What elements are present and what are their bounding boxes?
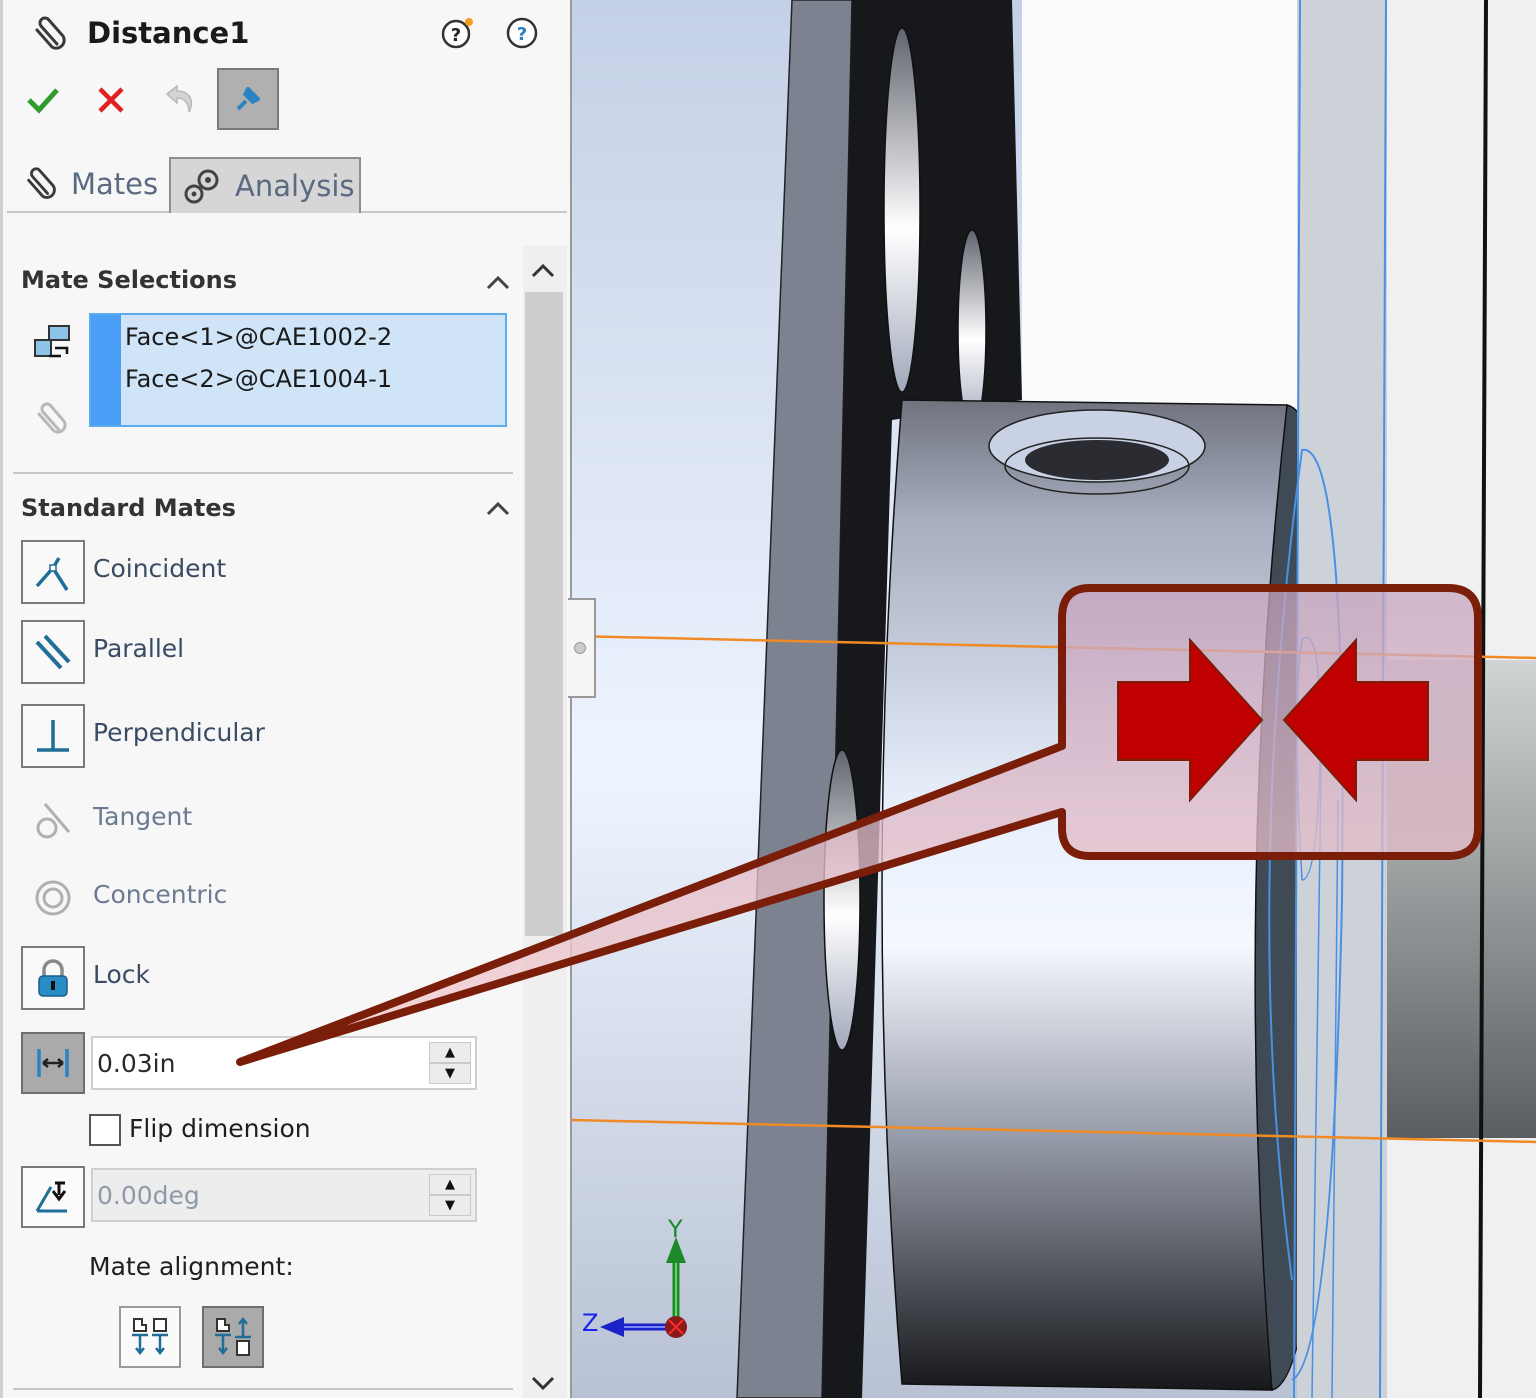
panel-scrollbar[interactable]: [523, 246, 567, 1398]
svg-text:?: ?: [517, 24, 527, 45]
tab-analysis-label: Analysis: [235, 169, 355, 203]
undo-icon: [165, 84, 193, 113]
spin-up-button[interactable]: ▲: [429, 1042, 471, 1063]
section-divider: [13, 472, 513, 474]
mate-lock-button[interactable]: Lock: [21, 946, 501, 1010]
triad-z-label: Z: [582, 1309, 599, 1337]
spin-up-button[interactable]: ▲: [429, 1174, 471, 1195]
paperclip-mate-icon: [35, 16, 66, 50]
paperclip-icon: [27, 167, 56, 199]
cancel-button[interactable]: [85, 72, 137, 128]
distance-value-field[interactable]: ▲ ▼: [91, 1036, 477, 1090]
bolt-hole: [957, 229, 987, 431]
angle-value-field[interactable]: ▲ ▼: [91, 1168, 477, 1222]
mate-perpendicular-button[interactable]: Perpendicular: [21, 704, 501, 768]
angle-spinner[interactable]: ▲ ▼: [429, 1174, 471, 1218]
mate-concentric-button[interactable]: Concentric: [21, 866, 501, 930]
mate-parallel-button[interactable]: Parallel: [21, 620, 501, 684]
mate-selections-heading: Mate Selections: [21, 266, 238, 294]
anti-aligned-icon: [215, 1316, 251, 1356]
help-icon[interactable]: ?: [505, 16, 539, 50]
reference-triad: Y Z: [578, 1215, 708, 1355]
scroll-up-button[interactable]: [523, 250, 563, 290]
panel-splitter-handle[interactable]: [568, 598, 596, 698]
3d-model-view[interactable]: [572, 0, 1536, 1398]
standard-mates-heading: Standard Mates: [21, 494, 236, 522]
mate-coincident-button[interactable]: Coincident: [21, 540, 501, 604]
distance-icon: [37, 1049, 69, 1077]
bolt-hole: [883, 27, 921, 393]
scroll-thumb[interactable]: [525, 292, 563, 936]
tab-analysis[interactable]: Analysis: [169, 157, 361, 213]
mate-label: Concentric: [93, 880, 228, 909]
scroll-down-button[interactable]: [523, 1364, 563, 1398]
action-buttons: [17, 68, 317, 132]
selected-entity[interactable]: Face<1>@CAE1002-2: [125, 323, 392, 351]
perpendicular-icon: [37, 720, 69, 752]
ok-button[interactable]: [17, 72, 69, 128]
mate-label: Parallel: [93, 634, 185, 663]
chevron-up-icon: [531, 263, 555, 278]
hub-cylinder: [881, 399, 1288, 1391]
mate-alignment-label: Mate alignment:: [89, 1252, 294, 1281]
distance-input[interactable]: [97, 1042, 427, 1084]
gears-icon: [184, 169, 219, 204]
mate-label: Coincident: [93, 554, 227, 583]
coincident-icon: [35, 557, 69, 591]
tab-mates[interactable]: Mates: [17, 155, 169, 213]
pin-icon: [236, 87, 260, 111]
parallel-icon: [35, 634, 71, 670]
mate-entities-icon: [34, 325, 70, 358]
spin-down-button[interactable]: ▼: [429, 1063, 471, 1084]
aligned-icon: [132, 1318, 168, 1356]
angle-input[interactable]: [97, 1174, 427, 1216]
selected-entity[interactable]: Face<2>@CAE1004-1: [125, 365, 392, 393]
graphics-viewport[interactable]: [570, 0, 1536, 1398]
triad-y-label: Y: [668, 1215, 683, 1243]
panel-title-row: Distance1 ? ?: [27, 10, 547, 56]
chevron-down-icon: [531, 1376, 555, 1391]
mate-label: Tangent: [93, 802, 193, 831]
spin-down-button[interactable]: ▼: [429, 1195, 471, 1216]
flip-dimension-label: Flip dimension: [129, 1114, 311, 1143]
tangent-icon: [36, 803, 71, 839]
page-title: Distance1: [87, 16, 250, 50]
mate-label: Lock: [93, 960, 151, 989]
shaft: [1387, 660, 1536, 1138]
standard-mates-collapse-chevron-icon[interactable]: [483, 496, 513, 520]
bolt-hole: [823, 749, 861, 1051]
undo-button[interactable]: [153, 72, 205, 128]
mate-selections-list[interactable]: Face<1>@CAE1002-2 Face<2>@CAE1004-1: [89, 313, 507, 427]
anti-aligned-button[interactable]: [202, 1306, 264, 1368]
panel-tabs: Mates Analysis: [7, 155, 567, 213]
mate-label: Perpendicular: [93, 718, 265, 747]
checkmark-icon: [27, 88, 59, 114]
tab-mates-label: Mates: [71, 167, 159, 201]
keep-visible-pin-button[interactable]: [217, 68, 279, 130]
flip-dimension-checkbox[interactable]: [89, 1114, 121, 1146]
quick-tips-help-icon[interactable]: ?: [441, 16, 475, 50]
lock-icon: [38, 959, 68, 997]
angle-icon: [35, 1181, 67, 1213]
distance-mate-button[interactable]: [21, 1032, 85, 1094]
concentric-icon: [35, 880, 71, 916]
section-divider: [13, 1388, 513, 1390]
mate-selections-collapse-chevron-icon[interactable]: [483, 270, 513, 294]
aligned-button[interactable]: [119, 1306, 181, 1368]
angle-mate-button[interactable]: [21, 1166, 85, 1228]
mate-tangent-button[interactable]: Tangent: [21, 788, 501, 852]
property-manager-panel: Distance1 ? ? Mates Analysis Mate Select…: [0, 0, 568, 1398]
close-icon: [98, 87, 124, 113]
distance-spinner[interactable]: ▲ ▼: [429, 1042, 471, 1086]
svg-text:?: ?: [451, 25, 461, 46]
multi-mate-icon[interactable]: [31, 396, 75, 440]
